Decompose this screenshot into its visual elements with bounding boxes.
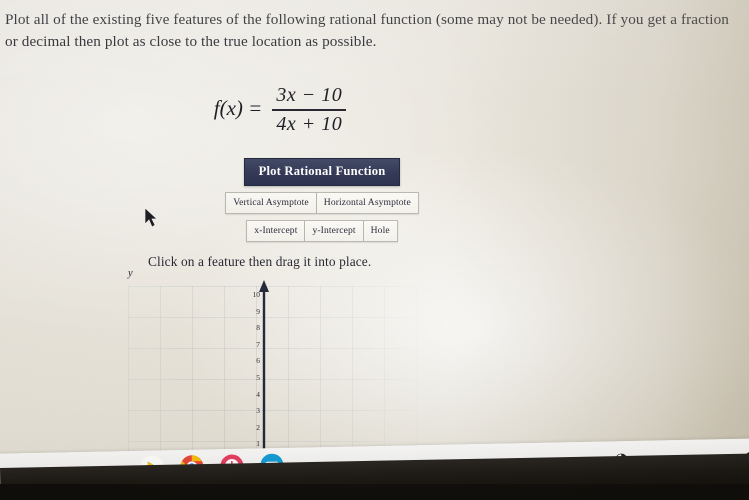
y-intercept-button[interactable]: y-Intercept bbox=[305, 220, 364, 242]
vertical-asymptote-button[interactable]: Vertical Asymptote bbox=[225, 192, 317, 214]
formula-fraction-bar bbox=[272, 109, 347, 111]
coordinate-graph[interactable]: 10 9 8 7 6 5 4 3 2 1 bbox=[128, 268, 428, 458]
y-tick-label: 2 bbox=[256, 422, 260, 432]
y-tick-label: 9 bbox=[256, 306, 260, 316]
formula-numerator: 3x − 10 bbox=[276, 84, 343, 106]
horizontal-asymptote-button[interactable]: Horizontal Asymptote bbox=[316, 192, 419, 214]
x-intercept-button[interactable]: x-Intercept bbox=[246, 220, 306, 242]
plot-rational-function-header: Plot Rational Function bbox=[244, 158, 400, 186]
intercept-button-row: x-Intercept y-Intercept Hole bbox=[192, 220, 452, 242]
y-axis bbox=[259, 280, 269, 458]
y-tick-label: 8 bbox=[256, 323, 260, 333]
mouse-cursor bbox=[144, 208, 158, 228]
screen-bezel bbox=[0, 484, 749, 500]
y-tick-label: 6 bbox=[256, 356, 260, 366]
formula-lhs: f(x) = bbox=[213, 96, 263, 121]
formula-denominator: 4x + 10 bbox=[276, 112, 343, 135]
plot-rational-function-widget: Plot Rational Function Vertical Asymptot… bbox=[192, 158, 452, 242]
rational-function-formula: f(x) = 3x − 10 4x + 10 bbox=[0, 82, 560, 136]
y-tick-label: 1 bbox=[256, 439, 260, 449]
y-tick-label: 5 bbox=[256, 373, 260, 382]
question-prompt: Plot all of the existing five features o… bbox=[5, 11, 730, 50]
formula-fraction: 3x − 10 4x + 10 bbox=[272, 83, 347, 137]
y-tick-label: 7 bbox=[256, 339, 260, 349]
y-tick-label: 3 bbox=[256, 406, 260, 416]
y-tick-label: 10 bbox=[252, 290, 260, 299]
hole-button[interactable]: Hole bbox=[363, 220, 398, 242]
y-tick-label: 4 bbox=[256, 389, 260, 399]
asymptote-button-row: Vertical Asymptote Horizontal Asymptote bbox=[192, 192, 452, 214]
photographed-screen: Plot all of the existing five features o… bbox=[0, 0, 749, 500]
